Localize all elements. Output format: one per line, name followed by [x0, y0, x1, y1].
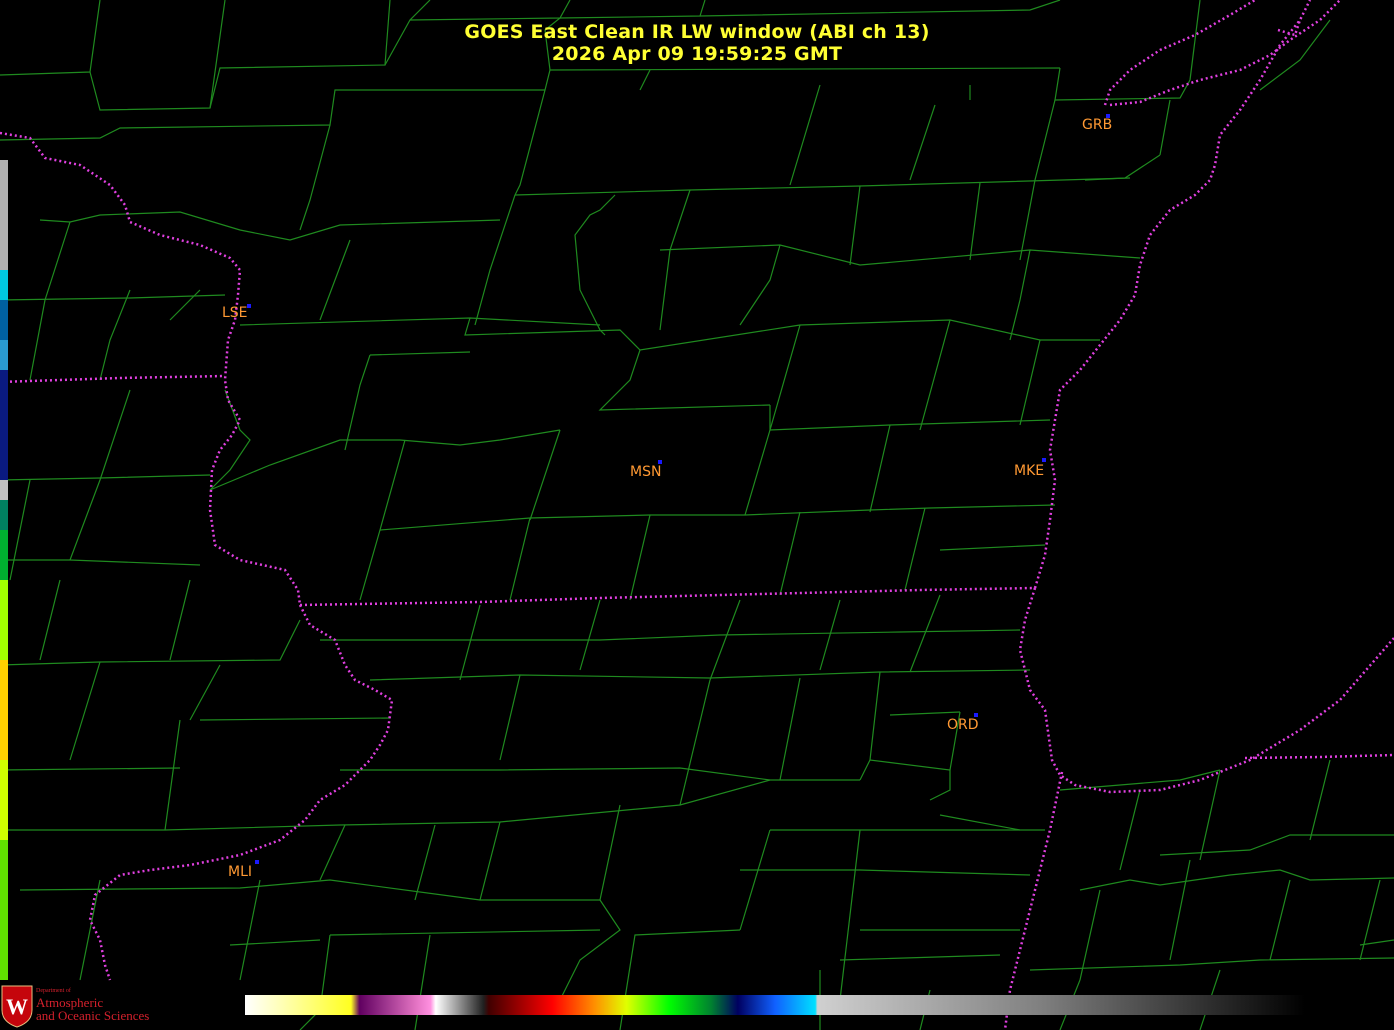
logo-line2: and Oceanic Sciences — [36, 1008, 150, 1023]
station-marker-lse — [247, 304, 251, 308]
station-label-mke: MKE — [1014, 463, 1045, 479]
map-title: GOES East Clean IR LW window (ABI ch 13) — [464, 21, 930, 43]
colorbar — [245, 995, 1305, 1015]
station-label-msn: MSN — [630, 464, 662, 480]
map-timestamp: 2026 Apr 09 19:59:25 GMT — [551, 43, 843, 65]
county-lines — [0, 0, 1394, 1030]
crest-letter: W — [6, 994, 28, 1019]
side-color-strip — [0, 160, 8, 980]
satellite-map — [0, 0, 1394, 1030]
aos-logo: W Department of Atmospheric and Oceanic … — [0, 983, 160, 1030]
station-label-ord: ORD — [947, 717, 979, 733]
station-marker-mli — [255, 860, 259, 864]
station-label-lse: LSE — [222, 305, 248, 321]
station-label-grb: GRB — [1082, 117, 1113, 133]
uw-crest-icon: W — [1, 985, 33, 1028]
station-marker-mke — [1042, 458, 1046, 462]
station-label-mli: MLI — [228, 864, 253, 880]
logo-dept: Department of — [36, 988, 71, 994]
